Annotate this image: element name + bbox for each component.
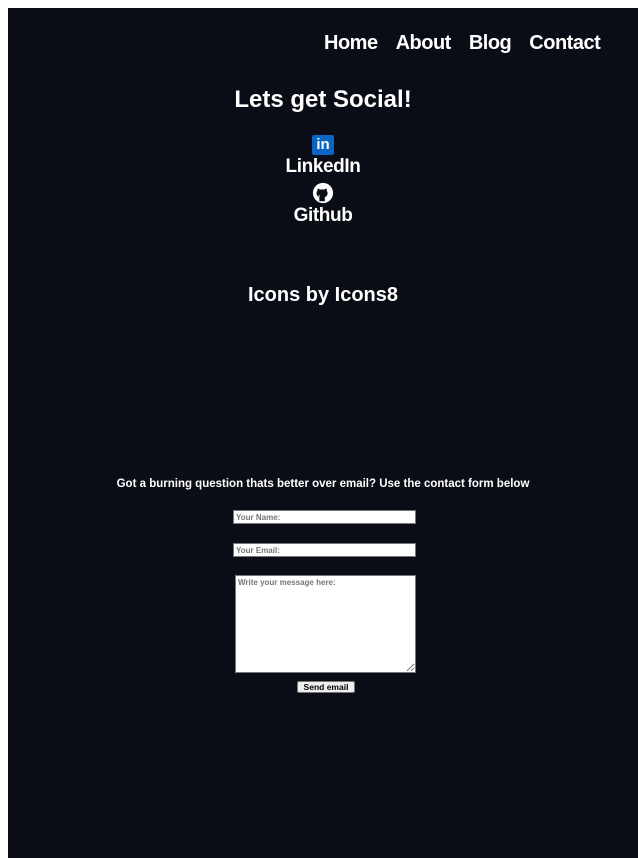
github-link[interactable]: Github (8, 182, 638, 227)
nav-about[interactable]: About (396, 32, 452, 55)
name-field[interactable] (233, 510, 416, 524)
linkedin-link[interactable]: in LinkedIn (8, 135, 638, 178)
social-heading: Lets get Social! (234, 86, 412, 113)
linkedin-icon: in (312, 135, 334, 155)
send-email-button[interactable]: Send email (297, 681, 355, 693)
nav-blog[interactable]: Blog (469, 32, 512, 55)
top-nav: Home About Blog Contact (324, 32, 601, 55)
email-field[interactable] (233, 543, 416, 557)
github-icon (312, 182, 334, 204)
icons-credit: Icons by Icons8 (247, 284, 399, 306)
message-field[interactable] (235, 575, 416, 673)
nav-home[interactable]: Home (324, 32, 378, 55)
github-label: Github (293, 205, 353, 226)
contact-page: Home About Blog Contact Lets get Social!… (8, 8, 638, 858)
nav-contact[interactable]: Contact (529, 32, 600, 55)
linkedin-label: LinkedIn (285, 156, 361, 177)
contact-intro: Got a burning question thats better over… (116, 478, 530, 490)
